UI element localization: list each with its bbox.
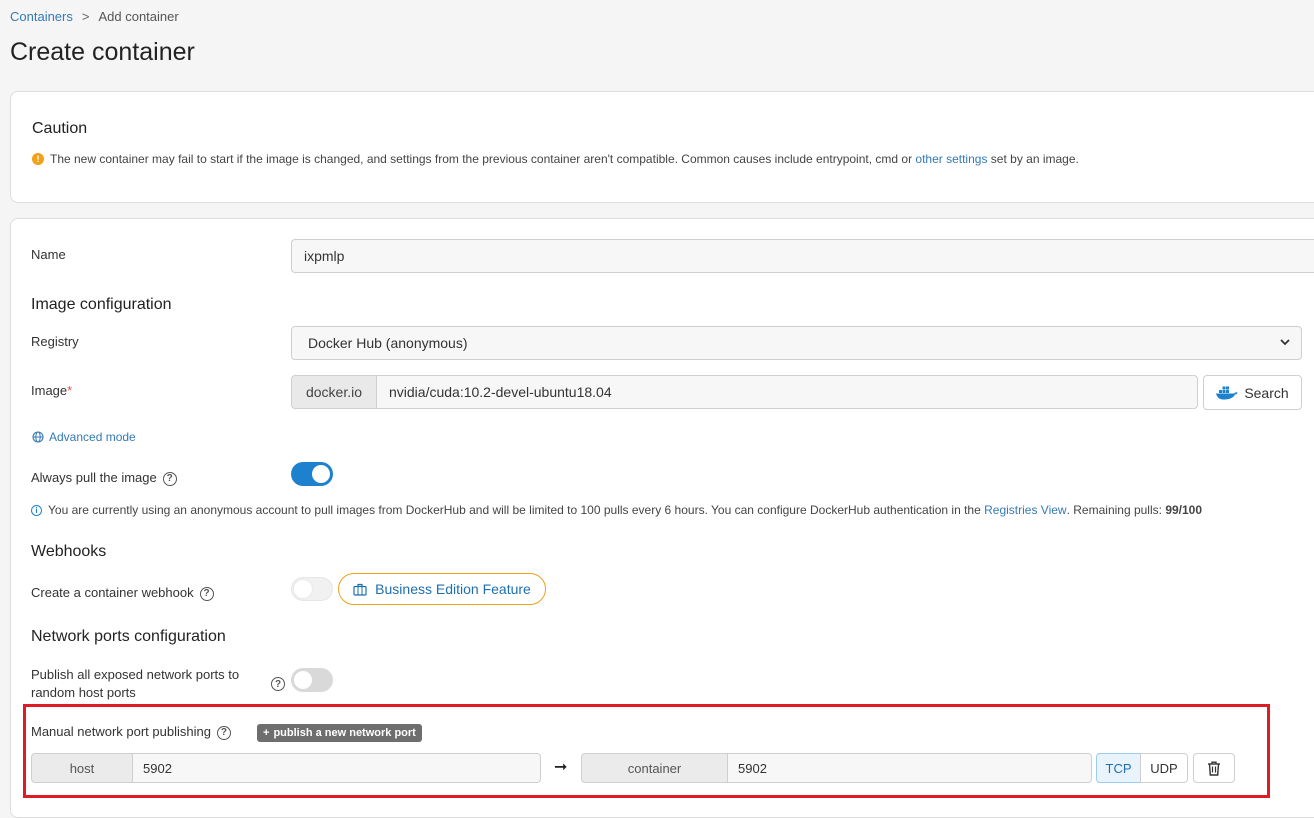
- help-icon[interactable]: ?: [162, 471, 177, 486]
- image-input[interactable]: nvidia/cuda:10.2-devel-ubuntu18.04: [376, 375, 1198, 409]
- warning-icon: !: [32, 153, 44, 165]
- always-pull-toggle[interactable]: [291, 462, 333, 486]
- image-configuration-title: Image configuration: [31, 296, 172, 313]
- image-label: Image*: [31, 383, 72, 398]
- webhook-toggle: [291, 577, 333, 601]
- webhooks-title: Webhooks: [31, 543, 107, 560]
- webhook-label-text: Create a container webhook: [31, 585, 194, 600]
- caution-text-before: The new container may fail to start if t…: [50, 152, 913, 166]
- publish-all-label: Publish all exposed network ports to ran…: [31, 667, 240, 700]
- globe-icon: [32, 431, 44, 443]
- name-input[interactable]: ixpmlp: [291, 239, 1314, 273]
- manual-publishing-label: Manual network port publishing?: [31, 724, 231, 740]
- search-button-label: Search: [1244, 384, 1289, 401]
- help-icon[interactable]: ?: [271, 677, 285, 691]
- publish-new-port-button[interactable]: + publish a new network port: [257, 724, 422, 742]
- business-edition-badge[interactable]: Business Edition Feature: [338, 573, 546, 605]
- info-text-body: You are currently using an anonymous acc…: [48, 503, 981, 517]
- help-icon[interactable]: ?: [216, 725, 231, 740]
- briefcase-icon: [353, 583, 367, 596]
- webhook-label: Create a container webhook?: [31, 585, 214, 601]
- toggle-knob: [312, 465, 330, 483]
- always-pull-label-text: Always pull the image: [31, 470, 157, 485]
- dockerhub-info-text: i You are currently using an anonymous a…: [31, 503, 1202, 517]
- page-title: Create container: [10, 38, 195, 66]
- registry-label: Registry: [31, 334, 79, 349]
- always-pull-label: Always pull the image?: [31, 470, 177, 486]
- container-port-input[interactable]: 5902: [727, 753, 1092, 783]
- required-mark: *: [67, 383, 73, 398]
- registries-view-link[interactable]: Registries View: [984, 503, 1066, 517]
- info-remaining-label: . Remaining pulls:: [1066, 503, 1162, 517]
- publish-new-port-label: publish a new network port: [273, 727, 416, 739]
- other-settings-link[interactable]: other settings: [915, 152, 987, 166]
- business-edition-label: Business Edition Feature: [375, 581, 531, 597]
- publish-all-toggle[interactable]: [291, 668, 333, 692]
- chevron-down-icon: [1280, 339, 1290, 346]
- docker-icon: [1216, 386, 1238, 399]
- breadcrumb-separator: >: [81, 9, 90, 24]
- toggle-knob: [294, 580, 312, 598]
- caution-text-after: set by an image.: [990, 152, 1079, 166]
- caution-text: ! The new container may fail to start if…: [32, 152, 1079, 166]
- breadcrumb-containers-link[interactable]: Containers: [10, 9, 73, 24]
- help-icon[interactable]: ?: [199, 586, 214, 601]
- toggle-knob: [294, 671, 312, 689]
- highlight-box: [23, 704, 1270, 798]
- name-label: Name: [31, 247, 66, 262]
- caution-title: Caution: [32, 120, 88, 137]
- delete-port-button[interactable]: [1193, 753, 1235, 783]
- network-ports-title: Network ports configuration: [31, 628, 226, 645]
- host-port-addon: host: [31, 753, 133, 783]
- info-icon: i: [31, 504, 42, 516]
- advanced-mode-link[interactable]: Advanced mode: [32, 430, 136, 444]
- breadcrumb: Containers > Add container: [10, 9, 179, 24]
- registry-select-value: Docker Hub (anonymous): [308, 335, 468, 351]
- udp-button[interactable]: UDP: [1140, 753, 1188, 783]
- tcp-button[interactable]: TCP: [1096, 753, 1141, 783]
- caution-panel: Caution ! The new container may fail to …: [10, 91, 1314, 203]
- advanced-mode-label: Advanced mode: [49, 430, 136, 444]
- remaining-pulls-count: 99/100: [1165, 503, 1203, 517]
- registry-select[interactable]: Docker Hub (anonymous): [291, 326, 1302, 360]
- trash-icon: [1208, 761, 1220, 776]
- plus-icon: +: [263, 727, 270, 739]
- container-port-addon: container: [581, 753, 728, 783]
- arrow-right-icon: ➞: [554, 759, 568, 776]
- search-button[interactable]: Search: [1203, 375, 1302, 410]
- image-label-text: Image: [31, 383, 68, 398]
- image-registry-prefix: docker.io: [291, 375, 377, 409]
- breadcrumb-current: Add container: [98, 9, 179, 24]
- host-port-input[interactable]: 5902: [132, 753, 541, 783]
- manual-publishing-label-text: Manual network port publishing: [31, 724, 211, 739]
